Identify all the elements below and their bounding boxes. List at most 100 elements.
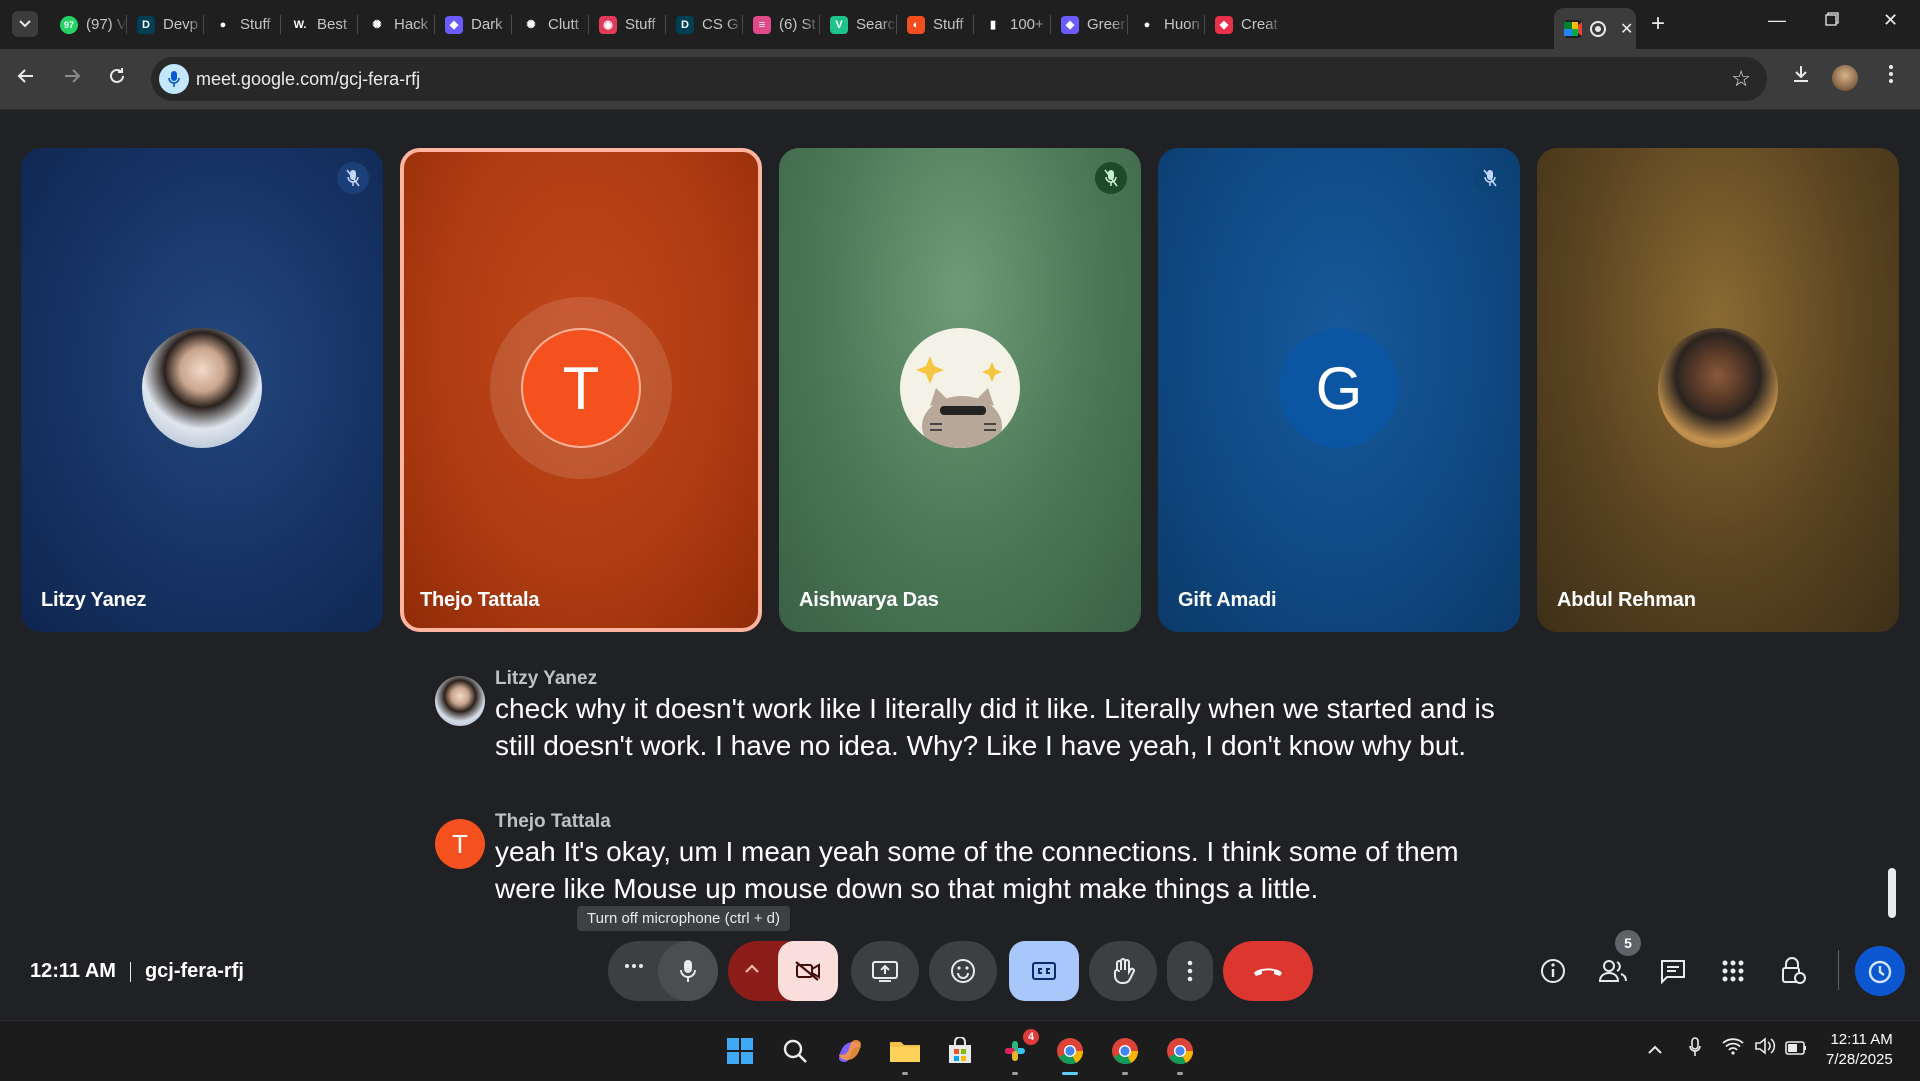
browser-tab[interactable]: ◆ Greer — [1051, 8, 1128, 41]
companion-timer-button[interactable] — [1855, 946, 1905, 996]
file-explorer-taskbar-icon[interactable] — [887, 1033, 923, 1075]
slack-taskbar-icon[interactable]: 4 — [997, 1029, 1039, 1075]
participant-name: Litzy Yanez — [41, 589, 147, 611]
camera-button[interactable] — [778, 941, 838, 1001]
browser-tab[interactable]: ▮ 100+ — [974, 8, 1051, 41]
participant-photo-avatar — [1658, 328, 1778, 448]
copilot-taskbar-icon[interactable] — [832, 1033, 868, 1069]
tab-google-meet-active[interactable]: ✕ — [1554, 8, 1636, 49]
restore-button[interactable] — [1825, 10, 1839, 31]
close-tab-icon[interactable]: ✕ — [1620, 19, 1633, 39]
chrome-profile-taskbar-icon[interactable] — [1162, 1033, 1198, 1075]
video-options-button[interactable] — [744, 961, 760, 975]
chrome-taskbar-icon[interactable] — [1052, 1033, 1088, 1075]
participant-tile[interactable]: Litzy Yanez — [21, 148, 383, 632]
browser-tab[interactable]: 97 (97) V — [50, 8, 127, 41]
activities-button[interactable] — [1718, 956, 1748, 986]
running-indicator — [902, 1072, 908, 1075]
taskbar-clock[interactable]: 12:11 AM 7/28/2025 — [1826, 1030, 1893, 1070]
meeting-code: gcj-fera-rfj — [144, 960, 244, 982]
browser-tab[interactable]: ◆ Creat — [1205, 8, 1282, 41]
browser-tab[interactable]: ◉ Stuff — [589, 8, 666, 41]
volume-icon[interactable] — [1754, 1037, 1776, 1060]
url-text: meet.google.com/gcj-fera-rfj — [196, 69, 421, 89]
tab-separator — [357, 15, 358, 34]
controls-divider — [1838, 950, 1839, 990]
participant-tile[interactable]: Aishwarya Das — [779, 148, 1141, 632]
captions-button[interactable] — [1009, 941, 1079, 1001]
participant-tile[interactable]: Abdul Rehman — [1537, 148, 1899, 632]
close-window-button[interactable]: ✕ — [1883, 10, 1898, 31]
microphone-in-use-icon[interactable] — [1688, 1037, 1702, 1062]
chat-button[interactable] — [1658, 956, 1688, 986]
windows-start-button[interactable] — [722, 1033, 758, 1069]
show-hidden-icons-button[interactable] — [1647, 1039, 1663, 1060]
browser-tab[interactable]: V Searc — [820, 8, 897, 41]
tab-separator — [896, 15, 897, 34]
microphone-button[interactable] — [658, 941, 718, 1001]
reload-button[interactable] — [107, 66, 127, 91]
browser-tab-title: Stuff — [933, 16, 964, 33]
meeting-time: 12:11 AM — [30, 960, 116, 982]
captions-scrollbar[interactable] — [1888, 868, 1896, 918]
tab-separator — [1127, 15, 1128, 34]
browser-tab[interactable]: ● Stuff — [204, 8, 281, 41]
bars-icon: ▮ — [984, 15, 1002, 34]
tab-separator — [819, 15, 820, 34]
browser-tab[interactable]: ◆ Dark — [435, 8, 512, 41]
profile-avatar[interactable] — [1832, 65, 1858, 91]
tab-separator — [1204, 15, 1205, 34]
browser-tab-title: Searc — [856, 16, 896, 33]
whatsapp-icon: 97 — [60, 15, 78, 34]
caption-entry: Litzy Yanez check why it doesn't work li… — [435, 668, 1515, 808]
minimize-button[interactable]: — — [1768, 10, 1786, 31]
new-tab-button[interactable]: + — [1651, 10, 1665, 38]
send-reaction-button[interactable] — [929, 941, 997, 1001]
bookmark-star-icon[interactable]: ☆ — [1731, 66, 1751, 92]
browser-tab[interactable]: D Devp — [127, 8, 204, 41]
tab-separator — [742, 15, 743, 34]
browser-tab[interactable]: ≡ (6) St — [743, 8, 820, 41]
tab-search-button[interactable] — [12, 11, 38, 37]
chatgpt-icon: ✺ — [522, 15, 540, 34]
copilot-icon: ◆ — [445, 15, 463, 34]
more-options-button[interactable] — [1167, 941, 1213, 1001]
microsoft-store-taskbar-icon[interactable] — [942, 1033, 978, 1069]
browser-tab[interactable]: D CS G — [666, 8, 743, 41]
browser-tab[interactable]: W. Best — [281, 8, 358, 41]
leave-call-button[interactable] — [1223, 941, 1313, 1001]
stack-icon: ≡ — [753, 15, 771, 34]
wifi-icon[interactable] — [1722, 1037, 1744, 1060]
downloads-button[interactable] — [1790, 63, 1812, 91]
meet-icon — [1564, 19, 1582, 38]
mic-off-icon — [337, 162, 369, 194]
chrome-icon — [1167, 1038, 1194, 1065]
more-vert-icon — [1187, 960, 1193, 982]
back-button[interactable] — [16, 66, 36, 91]
taskbar-search-button[interactable] — [777, 1033, 813, 1069]
present-screen-button[interactable] — [851, 941, 919, 1001]
battery-icon[interactable] — [1785, 1039, 1807, 1060]
browser-tab-title: (97) V — [86, 16, 127, 33]
audio-settings-button[interactable] — [624, 963, 644, 969]
chrome-profile-taskbar-icon[interactable] — [1107, 1033, 1143, 1075]
browser-tab[interactable]: ◐ Stuff — [897, 8, 974, 41]
address-bar[interactable]: meet.google.com/gcj-fera-rfj ☆ — [151, 57, 1767, 101]
browser-tab[interactable]: ✺ Clutt — [512, 8, 589, 41]
closed-captions-icon — [1032, 962, 1056, 980]
chrome-menu-button[interactable] — [1888, 63, 1894, 91]
host-controls-button[interactable] — [1778, 956, 1808, 986]
people-button[interactable] — [1598, 956, 1628, 986]
forward-button[interactable] — [62, 66, 82, 91]
vercel-v-icon: V — [830, 15, 848, 34]
browser-tab[interactable]: ✺ Hack — [358, 8, 435, 41]
chatgpt-icon: ✺ — [368, 15, 386, 34]
browser-tab[interactable]: ● Huon — [1128, 8, 1205, 41]
meeting-details-button[interactable] — [1538, 956, 1568, 986]
participant-tile-active-speaker[interactable]: T Thejo Tattala — [400, 148, 762, 632]
participant-tile[interactable]: G Gift Amadi — [1158, 148, 1520, 632]
caption-speaker-avatar — [435, 676, 485, 726]
microphone-permission-icon[interactable] — [159, 64, 189, 94]
reload-icon — [110, 68, 124, 83]
raise-hand-button[interactable] — [1089, 941, 1157, 1001]
